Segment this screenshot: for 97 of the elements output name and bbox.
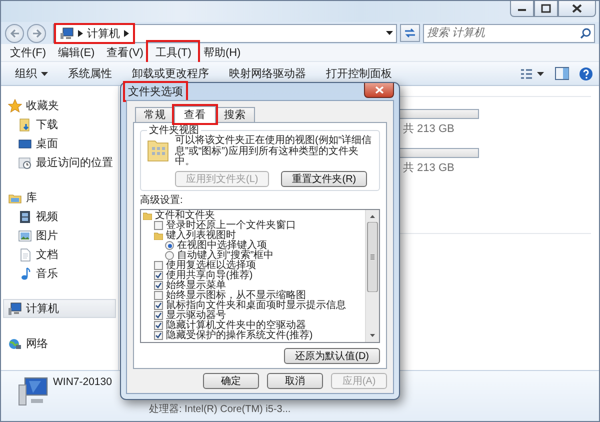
refresh-arrows-icon	[404, 28, 416, 38]
checkbox[interactable]	[154, 271, 163, 280]
option-label: 鼠标指向文件夹和桌面项时显示提示信息	[166, 300, 346, 310]
folder-icon	[143, 212, 152, 220]
preview-pane-icon[interactable]	[555, 67, 569, 80]
menu-item[interactable]: 编辑(E)	[53, 44, 100, 61]
chevron-icon	[124, 30, 129, 36]
option-label: 隐藏计算机文件夹中的空驱动器	[166, 320, 306, 330]
toolbar-button[interactable]: 打开控制面板	[318, 64, 400, 83]
back-button[interactable]	[5, 24, 24, 42]
close-icon	[374, 86, 384, 94]
desktop-icon	[18, 136, 32, 150]
restore-window-icon	[539, 3, 553, 14]
dialog-title: 文件夹选项	[126, 84, 185, 99]
sidebar-item[interactable]: 视频	[3, 207, 116, 226]
search-icon	[580, 28, 591, 38]
sidebar-item[interactable]: 最近访问的位置	[3, 153, 116, 172]
sidebar-item[interactable]: 桌面	[3, 134, 116, 153]
close-button[interactable]	[364, 82, 394, 98]
back-arrow-icon	[10, 28, 20, 38]
recent-places-icon	[18, 156, 32, 170]
tab[interactable]: 搜索	[215, 107, 255, 122]
option-label: 使用共享向导(推荐)	[166, 270, 253, 280]
option-label: 登录时还原上一个文件夹窗口	[166, 220, 296, 230]
forward-arrow-icon	[32, 28, 42, 38]
sidebar-item[interactable]: 音乐	[3, 264, 116, 283]
maximize-button[interactable]	[534, 1, 558, 17]
address-bar[interactable]: 计算机	[53, 24, 397, 42]
radio-button[interactable]	[165, 241, 174, 250]
computer-name: WIN7-20130	[53, 376, 112, 388]
dialog-button[interactable]: 取消	[267, 372, 323, 388]
sidebar-item[interactable]: 网络	[3, 334, 116, 353]
sidebar-item[interactable]: 收藏夹	[3, 96, 116, 115]
option-label: 使用复选框以选择项	[166, 260, 256, 270]
checkbox[interactable]	[154, 321, 163, 330]
refresh-button[interactable]	[400, 24, 420, 42]
checkbox[interactable]	[154, 281, 163, 290]
tab[interactable]: 查看	[174, 106, 216, 123]
chevron-icon	[78, 30, 83, 36]
drive-size-text: 共 213 GB	[402, 122, 456, 136]
network-globe-icon	[8, 336, 22, 350]
toolbar-button[interactable]: 组织	[7, 64, 56, 83]
dropdown-caret-icon[interactable]	[386, 31, 393, 35]
folder-icon	[154, 232, 163, 240]
tree-group-label: 键入列表视图时	[166, 230, 236, 240]
processor-info: 处理器: Intel(R) Core(TM) i5-3...	[149, 402, 291, 416]
film-icon	[18, 210, 32, 224]
menu-item[interactable]: 帮助(H)	[198, 44, 246, 61]
document-icon	[18, 248, 32, 262]
drive-size-text: 共 213 GB	[402, 161, 456, 175]
sidebar-item[interactable]: 下载	[3, 115, 116, 134]
option-label: 自动键入到“搜索”框中	[177, 250, 274, 260]
option-label: 始终显示菜单	[166, 280, 226, 290]
scrollbar[interactable]	[365, 210, 379, 342]
sidebar-item[interactable]: 图片	[3, 226, 116, 245]
computer-icon	[8, 302, 22, 316]
forward-button[interactable]	[27, 24, 46, 42]
scrollbar-thumb[interactable]	[366, 222, 379, 292]
view-options-icon[interactable]	[521, 68, 545, 80]
help-icon[interactable]	[579, 66, 593, 80]
search-field[interactable]: 搜索 计算机	[423, 24, 595, 42]
checkbox[interactable]	[154, 331, 163, 340]
toolbar-button[interactable]: 系统属性	[60, 64, 120, 83]
description-text: 可以将该文件夹正在使用的视图(例如“详细信息”或“图标”)应用到所有这种类型的文件夹中。	[175, 136, 373, 168]
minimize-button[interactable]	[510, 1, 534, 17]
sidebar-item[interactable]: 计算机	[3, 299, 116, 318]
checkbox[interactable]	[154, 291, 163, 300]
close-button[interactable]	[558, 1, 596, 17]
restore-defaults-button[interactable]: 还原为默认值(D)	[284, 348, 380, 364]
checkbox[interactable]	[154, 301, 163, 310]
dialog-button[interactable]: 重置文件夹(R)	[281, 170, 368, 186]
option-label: 在视图中选择键入项	[177, 240, 267, 250]
toolbar-button[interactable]: 映射网络驱动器	[221, 64, 314, 83]
option-label: 隐藏受保护的操作系统文件(推荐)	[166, 330, 313, 340]
dropdown-caret-icon	[41, 72, 48, 76]
breadcrumb[interactable]: 计算机	[57, 26, 132, 40]
option-label: 始终显示图标，从不显示缩略图	[166, 290, 306, 300]
sidebar-item[interactable]: 文档	[3, 245, 116, 264]
option-label: 显示驱动器号	[166, 310, 226, 320]
tab[interactable]: 常规	[135, 107, 175, 122]
dialog-button[interactable]: 确定	[203, 372, 259, 388]
sidebar-item[interactable]: 库	[3, 188, 116, 207]
toolbar-button[interactable]: 卸载或更改程序	[124, 64, 217, 83]
folder-view-icon	[147, 138, 169, 162]
star-icon	[8, 98, 22, 112]
group-title: 文件夹视图	[149, 125, 199, 136]
checkbox[interactable]	[154, 261, 163, 270]
close-icon	[570, 3, 584, 14]
radio-button[interactable]	[165, 251, 174, 260]
checkbox[interactable]	[154, 311, 163, 320]
menu-item[interactable]: 文件(F)	[5, 44, 52, 61]
checkbox[interactable]	[154, 221, 163, 230]
computer-icon	[60, 27, 74, 39]
menu-item[interactable]: 查看(V)	[102, 44, 148, 61]
picture-icon	[18, 228, 32, 242]
section-label: 高级设置:	[140, 194, 184, 206]
download-folder-icon	[18, 118, 32, 132]
